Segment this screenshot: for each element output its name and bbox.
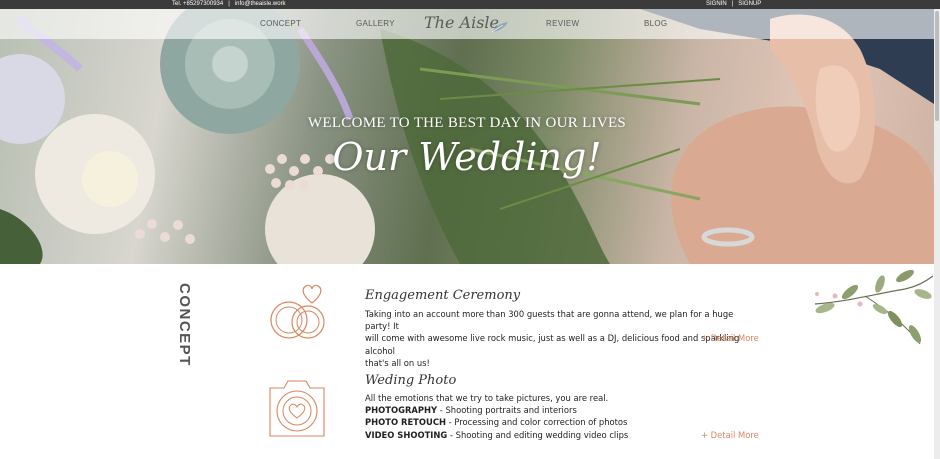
separator: | (731, 1, 734, 7)
site-logo[interactable]: The Aisle (424, 13, 499, 32)
service-item-desc: - Shooting portraits and interiors (437, 405, 577, 416)
phone-link[interactable]: Tel. +85297300934 (172, 1, 223, 7)
camera-heart-icon (269, 380, 325, 437)
nav-gallery[interactable]: GALLERY (356, 9, 395, 39)
page-scrollbar[interactable] (934, 9, 940, 459)
nav-concept[interactable]: CONCEPT (260, 9, 301, 39)
detail-more-link-photo[interactable]: + Detail More (701, 430, 759, 440)
contact-info: Tel. +85297300934 | info@theaisle.work (172, 0, 286, 9)
signin-link[interactable]: SIGNIN (706, 1, 727, 7)
service-item: PHOTOGRAPHY - Shooting portraits and int… (365, 404, 705, 416)
hero-title: Our Wedding! (332, 135, 602, 179)
scrollbar-thumb[interactable] (935, 11, 939, 121)
auth-links: SIGNIN | SIGNUP (706, 0, 761, 9)
detail-more-link-engagement[interactable]: + Detail More (701, 333, 759, 343)
service-item-desc: - Processing and color correction of pho… (445, 417, 628, 428)
service-item: VIDEO SHOOTING - Shooting and editing we… (365, 429, 705, 441)
service-description-photo: All the emotions that we try to take pic… (365, 392, 705, 441)
leaf-logo-icon (491, 22, 508, 33)
separator: | (228, 1, 230, 7)
service-item-label: PHOTO RETOUCH (365, 417, 446, 428)
signup-link[interactable]: SIGNUP (738, 1, 761, 7)
service-item: PHOTO RETOUCH - Processing and color cor… (365, 416, 705, 428)
description-line: that's all on us! (365, 357, 430, 368)
hero-subtitle: WELCOME TO THE BEST DAY IN OUR LIVES (307, 115, 627, 131)
top-bar: Tel. +85297300934 | info@theaisle.work SIG… (0, 0, 940, 9)
rings-heart-icon (270, 284, 325, 339)
description-intro: All the emotions that we try to take pic… (365, 393, 609, 403)
service-item-desc: - Shooting and editing wedding video cli… (447, 429, 629, 440)
service-title-engagement: Engagement Ceremony (365, 288, 521, 303)
service-item-label: VIDEO SHOOTING (365, 429, 448, 440)
description-line: Taking into an account more than 300 gue… (365, 309, 734, 332)
nav-review[interactable]: REVIEW (546, 9, 579, 39)
email-link[interactable]: info@theaisle.work (235, 1, 286, 7)
service-item-label: PHOTOGRAPHY (365, 405, 438, 416)
service-title-photo: Weding Photo (365, 373, 457, 388)
decorative-branch-image (814, 269, 934, 345)
main-navigation: CONCEPT GALLERY The Aisle REVIEW BLOG (0, 9, 934, 39)
nav-blog[interactable]: BLOG (644, 9, 667, 39)
section-label-text: CONCEPT (176, 283, 193, 367)
section-label-concept: CONCEPT (171, 283, 199, 373)
